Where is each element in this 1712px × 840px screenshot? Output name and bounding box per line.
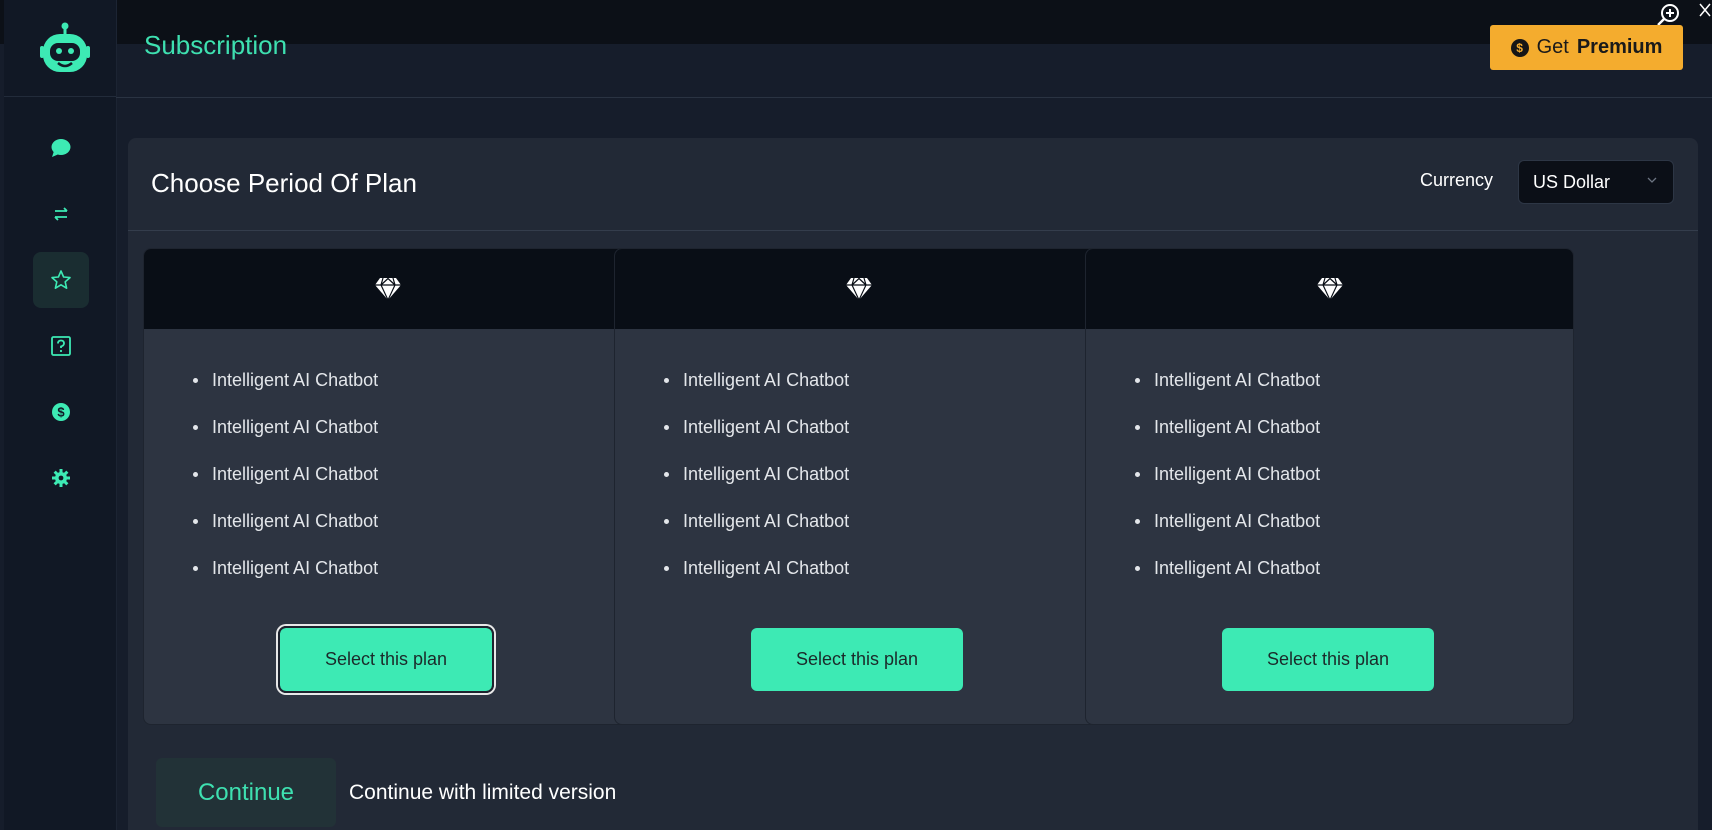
swap-arrows-icon [54, 207, 68, 221]
sidebar-item-favorites[interactable] [33, 252, 89, 308]
continue-limited-link[interactable]: Continue with limited version [349, 781, 616, 805]
header-divider [116, 97, 1712, 98]
sidebar: $ [4, 0, 117, 840]
plan-card: Intelligent AI Chatbot Intelligent AI Ch… [1085, 248, 1574, 725]
close-icon[interactable] [1698, 0, 1712, 30]
feature-item: Intelligent AI Chatbot [192, 369, 378, 416]
select-plan-button[interactable]: Select this plan [1222, 628, 1434, 691]
premium-button-prefix: Get [1536, 36, 1569, 58]
currency-select[interactable]: US Dollar [1518, 160, 1674, 204]
feature-list: Intelligent AI Chatbot Intelligent AI Ch… [663, 369, 849, 604]
feature-item: Intelligent AI Chatbot [1134, 463, 1320, 510]
feature-item: Intelligent AI Chatbot [1134, 510, 1320, 557]
dollar-coin-icon: $ [52, 403, 70, 421]
plan-card-header [144, 249, 631, 329]
chevron-down-icon [1647, 177, 1657, 183]
sidebar-item-transfer[interactable] [33, 186, 89, 242]
plan-card-header [615, 249, 1102, 329]
feature-item: Intelligent AI Chatbot [1134, 416, 1320, 463]
feature-item: Intelligent AI Chatbot [663, 557, 849, 604]
get-premium-button[interactable]: $ Get Premium [1490, 25, 1683, 70]
feature-item: Intelligent AI Chatbot [663, 416, 849, 463]
plan-card-header [1086, 249, 1573, 329]
select-plan-button[interactable]: Select this plan [751, 628, 963, 691]
gear-icon [52, 469, 70, 487]
continue-button[interactable]: Continue [156, 758, 336, 827]
sidebar-item-help[interactable] [33, 318, 89, 374]
feature-list: Intelligent AI Chatbot Intelligent AI Ch… [1134, 369, 1320, 604]
sidebar-item-settings[interactable] [33, 450, 89, 506]
currency-label: Currency [1420, 170, 1494, 190]
robot-logo-icon [40, 22, 90, 72]
plan-card: Intelligent AI Chatbot Intelligent AI Ch… [143, 248, 632, 725]
star-icon [51, 270, 71, 289]
plan-panel: Choose Period Of Plan Currency US Dollar… [128, 138, 1698, 840]
sidebar-divider [4, 96, 116, 97]
feature-item: Intelligent AI Chatbot [192, 463, 378, 510]
feature-item: Intelligent AI Chatbot [192, 416, 378, 463]
bottom-edge [0, 830, 1712, 840]
diamond-icon [845, 277, 872, 302]
feature-list: Intelligent AI Chatbot Intelligent AI Ch… [192, 369, 378, 604]
feature-item: Intelligent AI Chatbot [663, 463, 849, 510]
page-title: Subscription [144, 30, 288, 60]
plan-card: Intelligent AI Chatbot Intelligent AI Ch… [614, 248, 1103, 725]
feature-item: Intelligent AI Chatbot [663, 510, 849, 557]
feature-item: Intelligent AI Chatbot [192, 557, 378, 604]
feature-item: Intelligent AI Chatbot [192, 510, 378, 557]
diamond-icon [374, 277, 401, 302]
app-window: $ Subscription $ Get Premium Choose Peri… [0, 0, 1712, 840]
feature-item: Intelligent AI Chatbot [663, 369, 849, 416]
feature-item: Intelligent AI Chatbot [1134, 557, 1320, 604]
chat-bubble-icon [51, 139, 71, 157]
sidebar-item-chat[interactable] [33, 120, 89, 176]
sidebar-item-billing[interactable]: $ [33, 384, 89, 440]
select-plan-button[interactable]: Select this plan [278, 626, 494, 693]
svg-text:$: $ [57, 405, 65, 420]
panel-title: Choose Period Of Plan [151, 168, 417, 198]
panel-divider [128, 230, 1698, 231]
currency-value: US Dollar [1533, 171, 1611, 192]
question-box-icon [51, 336, 71, 356]
diamond-icon [1316, 277, 1343, 302]
premium-button-bold: Premium [1576, 36, 1663, 58]
dollar-coin-icon: $ [1510, 38, 1529, 57]
feature-item: Intelligent AI Chatbot [1134, 369, 1320, 416]
